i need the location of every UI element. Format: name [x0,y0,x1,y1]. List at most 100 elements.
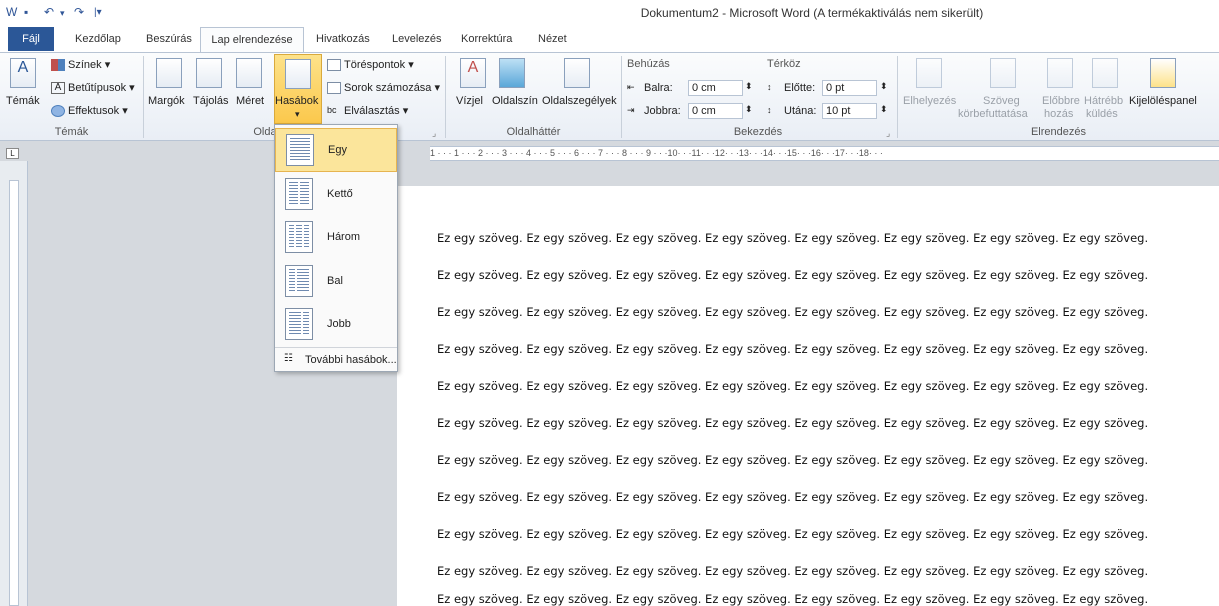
orientation-icon [196,58,222,88]
bring-forward-line1[interactable]: Előbbre [1042,95,1080,107]
send-backward-line1[interactable]: Hátrébb [1084,95,1123,107]
text-line[interactable]: Ez egy szöveg. Ez egy szöveg. Ez egy szö… [437,527,1148,541]
tab-insert[interactable]: Beszúrás [146,33,192,45]
theme-colors-button[interactable]: Színek ▾ [51,58,110,72]
columns-option-left[interactable]: Bal [275,259,397,303]
spinner-icon[interactable]: ⬍ [880,81,888,92]
spacing-before-icon: ↕ [767,82,772,93]
spacing-before-text: Előtte: [784,82,816,94]
spacing-heading: Térköz [767,58,801,70]
size-button[interactable]: Méret [236,95,264,107]
tab-home[interactable]: Kezdőlap [75,33,121,45]
group-label-paragraph: Bekezdés [733,126,783,138]
indent-left-input[interactable]: 0 cm [688,80,743,96]
margins-button[interactable]: Margók [148,95,185,107]
spacing-after-text: Utána: [784,105,817,117]
effects-icon [51,105,65,118]
columns-option-label: Három [327,231,361,243]
columns-icon [285,59,311,89]
colors-icon [51,59,65,72]
themes-button[interactable]: Témák [6,95,40,107]
fonts-icon: A [51,82,65,95]
chevron-down-icon: ▾ [295,109,300,119]
indent-heading: Behúzás [627,58,670,70]
size-icon [236,58,262,88]
wrap-text-icon [990,58,1016,88]
theme-effects-label: Effektusok [68,105,120,117]
spacing-after-input[interactable]: 10 pt [822,103,877,119]
text-line[interactable]: Ez egy szöveg. Ez egy szöveg. Ez egy szö… [437,379,1148,393]
horizontal-ruler[interactable]: 1 · · · 1 · · · 2 · · · 3 · · · 4 · · · … [430,146,1219,161]
columns-option-right[interactable]: Jobb [275,302,397,346]
bring-forward-line2[interactable]: hozás [1044,108,1073,120]
text-line[interactable]: Ez egy szöveg. Ez egy szöveg. Ez egy szö… [437,231,1148,245]
theme-colors-label: Színek [68,59,102,71]
spinner-icon[interactable]: ⬍ [880,104,888,115]
columns-option-two[interactable]: Kettő [275,172,397,216]
line-numbers-label: Sorok számozása [344,82,432,94]
columns-option-one[interactable]: Egy [275,128,397,172]
right-column-icon [285,308,313,340]
tab-mailings[interactable]: Levelezés [392,33,442,45]
watermark-button[interactable]: Vízjel [456,95,483,107]
tab-references[interactable]: Hivatkozás [316,33,370,45]
dialog-launcher-icon[interactable]: ⌟ [886,128,890,139]
page-color-icon [499,58,525,88]
columns-button[interactable]: Hasábok ▾ [274,54,322,124]
text-line[interactable]: Ez egy szöveg. Ez egy szöveg. Ez egy szö… [437,416,1148,430]
send-backward-line2[interactable]: küldés [1086,108,1118,120]
text-line[interactable]: Ez egy szöveg. Ez egy szöveg. Ez egy szö… [437,564,1148,578]
text-line[interactable]: Ez egy szöveg. Ez egy szöveg. Ez egy szö… [437,592,1148,606]
hyphenation-label: Elválasztás [344,105,400,117]
group-label-arrange: Elrendezés [1030,126,1087,138]
spacing-after-icon: ↕ [767,105,772,116]
text-line[interactable]: Ez egy szöveg. Ez egy szöveg. Ez egy szö… [437,342,1148,356]
spacing-before-input[interactable]: 0 pt [822,80,877,96]
spinner-icon[interactable]: ⬍ [745,81,753,92]
hyphenation-icon: bc [327,105,337,116]
breaks-label: Töréspontok [344,59,406,71]
orientation-button[interactable]: Tájolás [193,95,228,107]
tab-view[interactable]: Nézet [538,33,567,45]
indent-left-label: ⇤ Balra: [627,82,673,94]
text-line[interactable]: Ez egy szöveg. Ez egy szöveg. Ez egy szö… [437,305,1148,319]
wrap-text-line2[interactable]: körbefuttatása [958,108,1028,120]
tab-file[interactable]: Fájl [8,27,54,51]
theme-fonts-label: Betűtípusok [68,82,127,94]
text-line[interactable]: Ez egy szöveg. Ez egy szöveg. Ez egy szö… [437,453,1148,467]
text-line[interactable]: Ez egy szöveg. Ez egy szöveg. Ez egy szö… [437,490,1148,504]
dialog-launcher-icon[interactable]: ⌟ [432,128,436,139]
tab-selector[interactable]: L [6,148,19,159]
theme-fonts-button[interactable]: A Betűtípusok ▾ [51,81,135,95]
selection-pane-button[interactable]: Kijelöléspanel [1129,95,1197,107]
columns-option-three[interactable]: Három [275,215,397,259]
columns-option-label: Kettő [327,188,353,200]
spinner-icon[interactable]: ⬍ [745,104,753,115]
hyphenation-button[interactable]: bc Elválasztás ▾ [327,104,408,117]
watermark-icon: A [460,58,486,88]
wrap-text-line1[interactable]: Szöveg [983,95,1020,107]
tab-review[interactable]: Korrektúra [461,33,512,45]
group-label-themes: Témák [54,126,89,138]
theme-effects-button[interactable]: Effektusok ▾ [51,104,128,118]
left-column-icon [285,265,313,297]
position-button[interactable]: Elhelyezés [903,95,956,107]
breaks-button[interactable]: Töréspontok ▾ [327,58,414,72]
page-borders-button[interactable]: Oldalszegélyek [542,95,617,107]
selection-pane-icon [1150,58,1176,88]
more-columns-label: További hasábok... [305,354,397,366]
text-line[interactable]: Ez egy szöveg. Ez egy szöveg. Ez egy szö… [437,268,1148,282]
document-page[interactable] [397,186,1219,606]
indent-right-input[interactable]: 0 cm [688,103,743,119]
columns-option-label: Egy [328,144,347,156]
tab-page-layout[interactable]: Lap elrendezése [200,27,304,53]
page-color-button[interactable]: Oldalszín [492,95,538,107]
more-columns-button[interactable]: ☷ További hasábok... [275,347,397,371]
breaks-icon [327,59,341,72]
line-numbers-button[interactable]: Sorok számozása ▾ [327,81,440,95]
columns-grid-icon: ☷ [284,353,293,364]
group-label-page-background: Oldalháttér [506,126,561,138]
columns-label: Hasábok [275,95,319,107]
two-columns-icon [285,178,313,210]
send-backward-icon [1092,58,1118,88]
